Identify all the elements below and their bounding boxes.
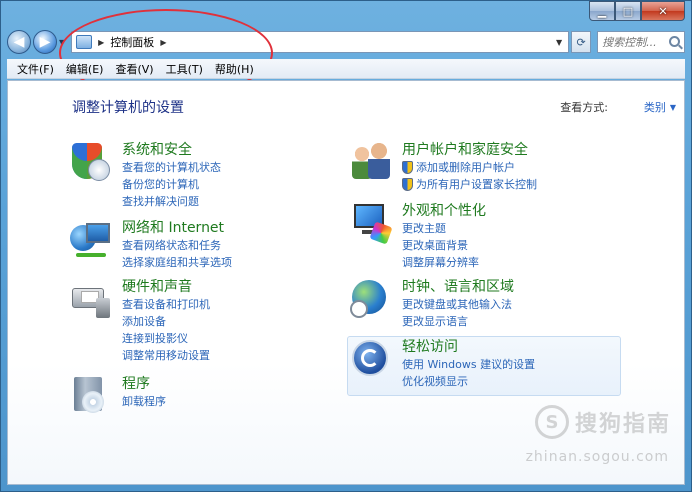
category-ease-of-access: 轻松访问 使用 Windows 建议的设置 优化视频显示 [350,338,535,390]
forward-arrow-icon: ▶ [39,34,51,50]
link-backup-computer[interactable]: 备份您的计算机 [122,176,221,193]
view-by-label: 查看方式: [560,101,608,114]
shield-icon[interactable] [70,141,110,181]
menu-view[interactable]: 查看(V) [109,61,159,77]
menu-tools[interactable]: 工具(T) [160,61,209,77]
ease-of-access-icon[interactable] [350,338,390,378]
programs-title[interactable]: 程序 [122,375,166,393]
uac-shield-icon [402,178,413,191]
link-troubleshoot[interactable]: 查找并解决问题 [122,193,221,210]
view-by-dropdown[interactable]: 类别 ▼ [644,99,676,115]
link-recommended-settings[interactable]: 使用 Windows 建议的设置 [402,356,535,373]
link-parental-controls[interactable]: 为所有用户设置家长控制 [402,176,537,193]
clock-globe-icon[interactable] [350,278,390,318]
address-bar[interactable]: ▶ 控制面板 ▶ ▼ [71,31,570,53]
link-optimize-display[interactable]: 优化视频显示 [402,373,535,390]
address-dropdown-icon[interactable]: ▼ [556,38,562,47]
system-security-title[interactable]: 系统和安全 [122,141,221,159]
menu-help[interactable]: 帮助(H) [209,61,260,77]
back-button[interactable]: ◀ [7,30,31,54]
watermark-text: 搜狗指南 [574,412,671,437]
search-icon[interactable] [669,36,680,47]
link-add-remove-accounts-label[interactable]: 添加或删除用户帐户 [416,159,515,176]
link-screen-resolution[interactable]: 调整屏幕分辨率 [402,254,486,271]
chevron-down-icon[interactable]: ▼ [670,103,676,112]
breadcrumb-chevron-icon[interactable]: ▶ [160,38,166,47]
link-view-computer-status[interactable]: 查看您的计算机状态 [122,159,221,176]
link-uninstall-program[interactable]: 卸载程序 [122,393,166,410]
menu-file[interactable]: 文件(F) [11,61,60,77]
appearance-title[interactable]: 外观和个性化 [402,202,486,220]
page-title: 调整计算机的设置 [72,100,184,116]
menu-bar: 文件(F) 编辑(E) 查看(V) 工具(T) 帮助(H) [7,59,685,79]
close-button[interactable]: ✕ [641,1,685,21]
category-system-security: 系统和安全 查看您的计算机状态 备份您的计算机 查找并解决问题 [70,141,221,210]
watermark: S 搜狗指南 [534,405,671,439]
search-box[interactable] [597,31,685,53]
network-title[interactable]: 网络和 Internet [122,219,232,237]
programs-icon[interactable] [70,375,110,415]
network-icon[interactable] [70,219,110,259]
category-appearance: 外观和个性化 更改主题 更改桌面背景 调整屏幕分辨率 [350,202,486,271]
link-devices-printers[interactable]: 查看设备和打印机 [122,296,210,313]
hardware-sound-title[interactable]: 硬件和声音 [122,278,210,296]
watermark-url: zhinan.sogou.com [525,449,669,465]
link-add-remove-accounts[interactable]: 添加或删除用户帐户 [402,159,537,176]
control-panel-icon [76,35,93,49]
printer-icon[interactable] [70,278,110,318]
category-programs: 程序 卸载程序 [70,375,166,415]
link-change-background[interactable]: 更改桌面背景 [402,237,486,254]
link-add-device[interactable]: 添加设备 [122,313,210,330]
link-change-theme[interactable]: 更改主题 [402,220,486,237]
refresh-icon: ⟳ [576,35,586,49]
navigation-bar: ◀ ▶ ▼ ▶ 控制面板 ▶ ▼ ⟳ [7,27,685,57]
ease-of-access-title[interactable]: 轻松访问 [402,338,535,356]
uac-shield-icon [402,161,413,174]
maximize-button[interactable]: □ [615,1,641,21]
breadcrumb-control-panel[interactable]: 控制面板 [110,34,154,50]
recent-pages-dropdown[interactable]: ▼ [59,38,65,47]
users-icon[interactable] [350,141,390,181]
link-homegroup-sharing[interactable]: 选择家庭组和共享选项 [122,254,232,271]
breadcrumb-separator-icon[interactable]: ▶ [98,38,104,47]
refresh-button[interactable]: ⟳ [571,31,592,53]
link-keyboard-input[interactable]: 更改键盘或其他输入法 [402,296,514,313]
user-accounts-title[interactable]: 用户帐户和家庭安全 [402,141,537,159]
category-clock-language: 时钟、语言和区域 更改键盘或其他输入法 更改显示语言 [350,278,514,330]
back-arrow-icon: ◀ [13,34,25,50]
category-hardware-sound: 硬件和声音 查看设备和打印机 添加设备 连接到投影仪 调整常用移动设置 [70,278,210,364]
link-mobility-settings[interactable]: 调整常用移动设置 [122,347,210,364]
link-connect-projector[interactable]: 连接到投影仪 [122,330,210,347]
category-network: 网络和 Internet 查看网络状态和任务 选择家庭组和共享选项 [70,219,232,271]
category-user-accounts: 用户帐户和家庭安全 添加或删除用户帐户 为所有用户设置家长控制 [350,141,537,193]
caption-buttons: ▁ □ ✕ [589,1,685,21]
menu-edit[interactable]: 编辑(E) [60,61,110,77]
view-by-value[interactable]: 类别 [644,99,666,115]
window-frame: ▁ □ ✕ ◀ ▶ ▼ ▶ 控制面板 ▶ ▼ ⟳ 文件(F) 编辑(E) 查看(… [0,0,692,492]
link-display-language[interactable]: 更改显示语言 [402,313,514,330]
minimize-button[interactable]: ▁ [589,1,615,21]
clock-language-title[interactable]: 时钟、语言和区域 [402,278,514,296]
sogou-logo-icon: S [534,405,569,439]
link-network-status[interactable]: 查看网络状态和任务 [122,237,232,254]
forward-button[interactable]: ▶ [33,30,57,54]
link-parental-controls-label[interactable]: 为所有用户设置家长控制 [416,176,537,193]
monitor-icon[interactable] [350,202,393,245]
